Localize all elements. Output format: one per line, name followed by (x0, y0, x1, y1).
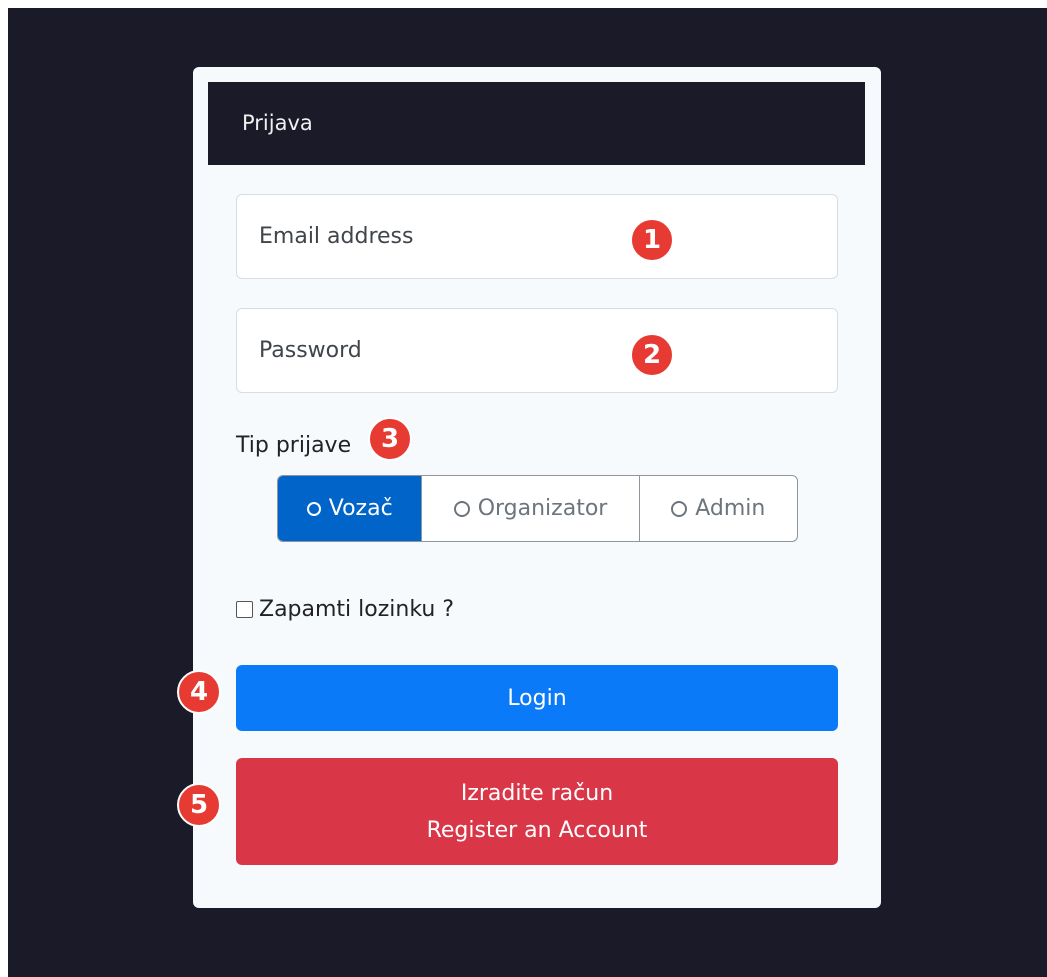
radio-organizator[interactable]: Organizator (422, 476, 640, 541)
login-type-label: Tip prijave (236, 433, 352, 458)
login-type-radio-group: Vozač Organizator Admin (277, 475, 798, 542)
radio-circle-icon (453, 500, 470, 517)
radio-admin[interactable]: Admin (640, 476, 797, 541)
annotation-badge-5: 5 (177, 783, 221, 827)
radio-circle-icon (306, 501, 321, 516)
password-field[interactable]: Password (236, 308, 838, 393)
annotation-badge-1: 1 (630, 218, 674, 262)
email-field[interactable]: Email address (236, 194, 838, 279)
register-label-line1: Izradite račun (460, 780, 614, 806)
remember-label: Zapamti lozinku ? (259, 597, 455, 622)
register-label-line2: Register an Account (426, 817, 648, 843)
login-button[interactable]: Login (236, 665, 838, 731)
radio-circle-icon (671, 500, 688, 517)
login-card: Prijava Email address Password Tip prija… (193, 67, 881, 908)
remember-checkbox[interactable] (236, 601, 253, 618)
remember-password-row: Zapamti lozinku ? (236, 597, 454, 622)
radio-vozac[interactable]: Vozač (278, 476, 423, 541)
annotation-badge-3: 3 (368, 417, 412, 461)
radio-admin-label: Admin (695, 496, 766, 521)
card-header: Prijava (208, 82, 865, 165)
radio-organizator-label: Organizator (477, 496, 608, 521)
register-button[interactable]: Izradite račun Register an Account (236, 758, 838, 865)
radio-vozac-label: Vozač (328, 496, 393, 521)
annotation-badge-2: 2 (630, 333, 674, 377)
annotation-badge-4: 4 (177, 670, 221, 714)
